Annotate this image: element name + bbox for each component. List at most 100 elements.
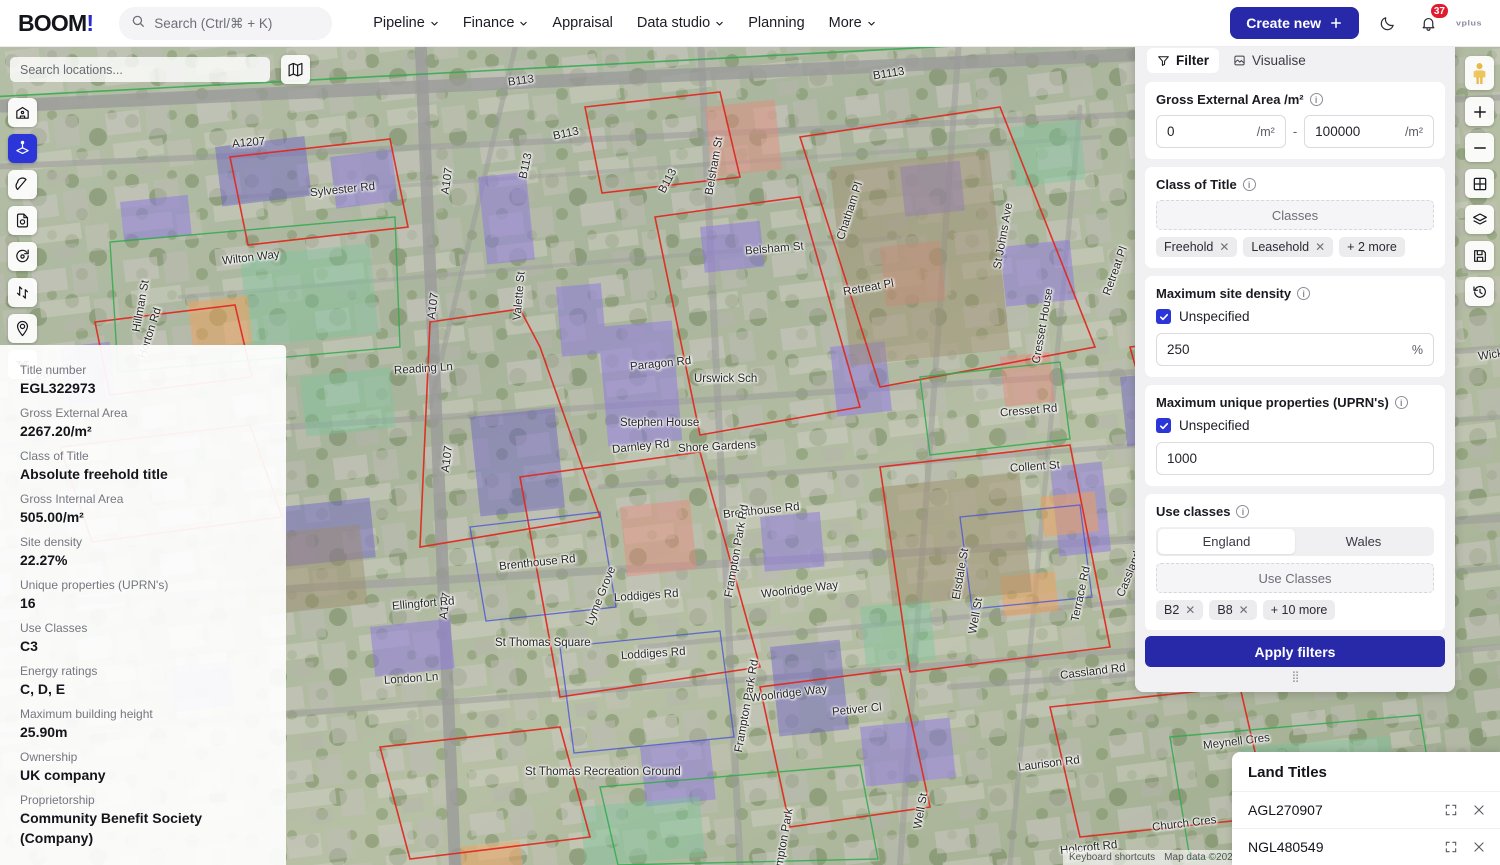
- info-field-value: 505.00/m²: [20, 509, 84, 526]
- filter-panel-body[interactable]: Gross External Area /m² i /m² - /m²: [1135, 82, 1455, 630]
- max-unique-properties-input[interactable]: [1167, 451, 1423, 466]
- gea-max-field[interactable]: /m²: [1304, 115, 1434, 148]
- site-pin-icon-button[interactable]: [8, 134, 37, 163]
- chip-b8[interactable]: B8 ✕: [1209, 600, 1257, 620]
- info-icon[interactable]: i: [1297, 287, 1311, 300]
- grid-view-icon-button[interactable]: [1465, 169, 1494, 198]
- info-icon[interactable]: i: [1394, 396, 1408, 409]
- close-icon[interactable]: [1472, 803, 1486, 817]
- checkbox-checked-icon[interactable]: [1156, 309, 1171, 324]
- zoom-in-icon: [1473, 105, 1486, 118]
- class-of-title-select[interactable]: Classes: [1156, 200, 1434, 230]
- map-type-button[interactable]: [281, 55, 310, 84]
- close-icon[interactable]: ✕: [1315, 240, 1325, 254]
- pegman-streetview-icon: [1473, 62, 1486, 84]
- max-unique-properties-unspecified[interactable]: Unspecified: [1156, 418, 1434, 433]
- account-avatar[interactable]: vplus: [1456, 10, 1482, 36]
- nav-item-pipeline[interactable]: Pipeline: [362, 8, 450, 38]
- chip-more-classes[interactable]: + 2 more: [1339, 237, 1405, 257]
- tab-filter-label: Filter: [1176, 53, 1210, 68]
- gea-min-input[interactable]: [1167, 124, 1251, 139]
- nav-item-finance[interactable]: Finance: [452, 8, 540, 38]
- chevron-down-icon: [520, 21, 528, 26]
- plus-icon: [1331, 18, 1341, 28]
- close-icon[interactable]: ✕: [1185, 603, 1195, 617]
- checkbox-checked-icon[interactable]: [1156, 418, 1171, 433]
- land-title-row[interactable]: NGL480549: [1232, 828, 1500, 865]
- info-field: Title number EGL322973: [20, 362, 266, 399]
- radius-target-icon: [16, 249, 29, 263]
- gea-min-field[interactable]: /m²: [1156, 115, 1286, 148]
- layers-icon-button[interactable]: [1465, 205, 1494, 234]
- info-field-label: Ownership: [20, 749, 78, 764]
- info-field: Ownership UK company: [20, 749, 266, 786]
- building-measure-icon-button[interactable]: [8, 98, 37, 127]
- draw-polygon-icon-button[interactable]: [8, 170, 37, 199]
- info-icon[interactable]: i: [1242, 178, 1256, 191]
- chip-leasehold[interactable]: Leasehold ✕: [1243, 237, 1334, 257]
- info-icon[interactable]: i: [1236, 505, 1250, 518]
- unspecified-label: Unspecified: [1179, 309, 1250, 324]
- map-search-input[interactable]: [20, 62, 260, 77]
- map-location-search[interactable]: [10, 57, 270, 82]
- zoom-out-icon-button[interactable]: [1465, 133, 1494, 162]
- segment-england[interactable]: England: [1158, 529, 1295, 554]
- keyboard-shortcuts-label[interactable]: Keyboard shortcuts: [1069, 852, 1155, 863]
- compare-swap-icon-button[interactable]: [8, 278, 37, 307]
- nav-item-appraisal[interactable]: Appraisal: [541, 8, 623, 38]
- expand-icon[interactable]: [1444, 803, 1458, 817]
- tab-filter[interactable]: Filter: [1147, 48, 1220, 73]
- tab-visualise[interactable]: Visualise: [1223, 48, 1316, 73]
- close-icon[interactable]: ✕: [1219, 240, 1229, 254]
- chip-b2[interactable]: B2 ✕: [1156, 600, 1204, 620]
- history-icon: [1472, 285, 1486, 298]
- site-pin-icon: [16, 140, 29, 155]
- close-icon[interactable]: ✕: [1239, 603, 1249, 617]
- land-titles-rows: AGL270907 NGL480549: [1232, 791, 1500, 865]
- info-field-value: Community Benefit Society (Company): [20, 810, 203, 846]
- segment-wales[interactable]: Wales: [1295, 529, 1432, 554]
- nav-item-planning[interactable]: Planning: [737, 8, 815, 38]
- radius-target-icon-button[interactable]: [8, 242, 37, 271]
- panel-resize-handle[interactable]: ⣿: [1145, 667, 1445, 688]
- max-site-density-field[interactable]: %: [1156, 333, 1434, 366]
- global-search[interactable]: [119, 6, 333, 40]
- nav-item-more[interactable]: More: [818, 8, 887, 38]
- chevron-down-icon: [716, 21, 723, 26]
- land-title-row[interactable]: AGL270907: [1232, 791, 1500, 828]
- info-field-label: Proprietorship: [20, 792, 95, 807]
- max-site-density-unspecified[interactable]: Unspecified: [1156, 309, 1434, 324]
- use-classes-select[interactable]: Use Classes: [1156, 563, 1434, 593]
- info-field: Site density 22.27%: [20, 534, 266, 571]
- gea-max-input[interactable]: [1315, 124, 1399, 139]
- max-site-density-input[interactable]: [1167, 342, 1406, 357]
- chip-label: + 10 more: [1270, 603, 1328, 617]
- info-field-value: 16: [20, 595, 36, 612]
- dark-mode-toggle[interactable]: [1374, 10, 1400, 36]
- logo-text: BOOM: [18, 9, 87, 36]
- search-input[interactable]: [154, 15, 321, 31]
- pegman-streetview-icon-button[interactable]: [1465, 56, 1494, 90]
- create-new-button[interactable]: Create new: [1230, 7, 1359, 39]
- notifications-button[interactable]: 37: [1415, 3, 1449, 36]
- history-icon-button[interactable]: [1465, 277, 1494, 306]
- zoom-in-icon-button[interactable]: [1465, 97, 1494, 126]
- chip-more-use-classes[interactable]: + 10 more: [1262, 600, 1336, 620]
- chip-freehold[interactable]: Freehold ✕: [1156, 237, 1238, 257]
- max-unique-properties-label: Maximum unique properties (UPRN's): [1156, 395, 1389, 410]
- percent-unit: %: [1411, 342, 1423, 357]
- document-search-icon-button[interactable]: [8, 206, 37, 235]
- nav-item-data-studio[interactable]: Data studio: [626, 8, 735, 38]
- grid-view-icon: [1473, 177, 1486, 190]
- apply-filters-button[interactable]: Apply filters: [1145, 636, 1445, 667]
- location-person-icon-button[interactable]: [8, 314, 37, 343]
- land-title-info-card: Title number EGL322973 Gross External Area…: [0, 345, 286, 865]
- info-icon[interactable]: i: [1309, 93, 1323, 106]
- expand-icon[interactable]: [1444, 840, 1458, 854]
- close-icon[interactable]: [1472, 840, 1486, 854]
- max-unique-properties-field[interactable]: [1156, 442, 1434, 475]
- info-field: Maximum building height 25.90m: [20, 706, 266, 743]
- land-title-actions: [1444, 803, 1486, 817]
- app-logo[interactable]: BOOM!: [18, 9, 94, 37]
- save-icon-button[interactable]: [1465, 241, 1494, 270]
